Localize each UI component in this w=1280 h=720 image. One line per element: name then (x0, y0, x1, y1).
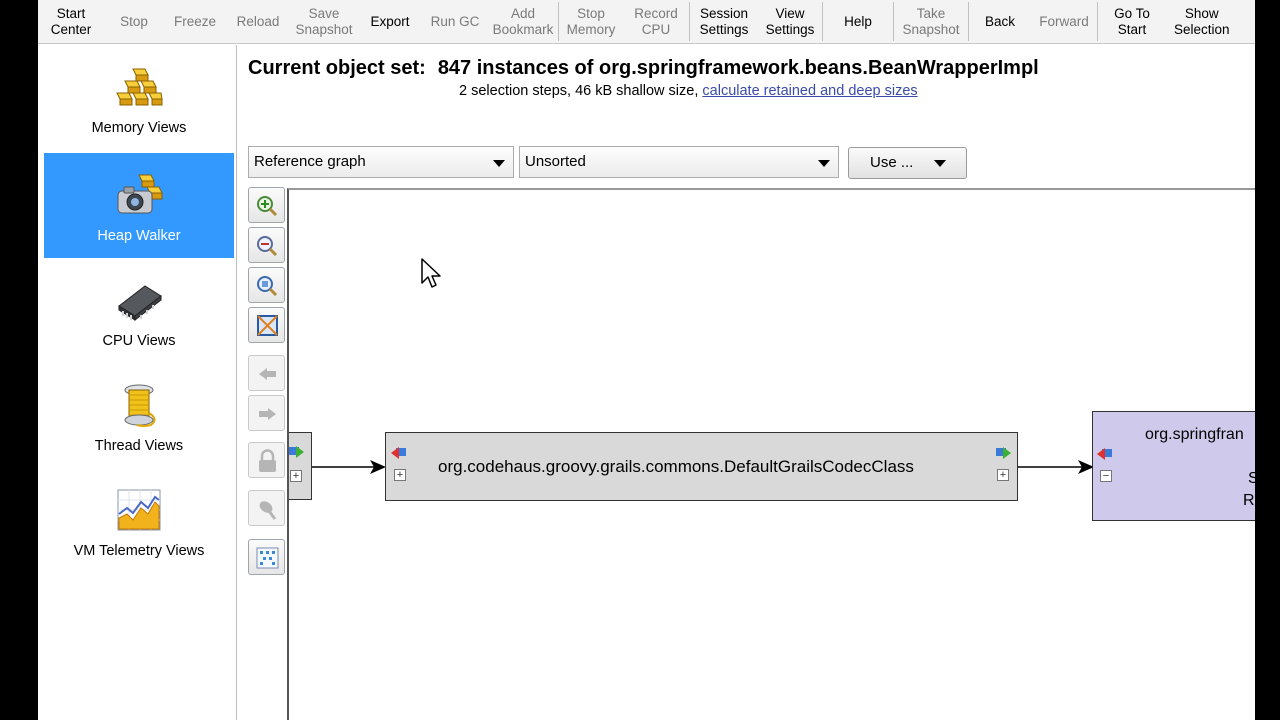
page-title: Current object set: 847 instances of org.… (248, 57, 1039, 80)
title-object-set: 847 instances of org.springframework.bea… (437, 57, 1039, 79)
thread-spool-icon (124, 384, 156, 427)
fit-content-icon (257, 315, 278, 336)
use-dropdown-button[interactable]: Use ... (848, 147, 967, 179)
page-subtitle: 2 selection steps, 46 kB shallow size, c… (459, 83, 918, 99)
mouse-cursor-icon (421, 258, 441, 288)
title-prefix: Current object set: (248, 57, 426, 79)
layout-button[interactable] (248, 539, 285, 575)
view-type-select[interactable]: Reference graph (248, 146, 514, 178)
incoming-refs-icon (1097, 448, 1112, 460)
incoming-refs-icon (391, 447, 406, 459)
main-toolbar: Start Center Stop Freeze Reload Save Sna… (38, 0, 1255, 44)
save-snapshot-button[interactable]: Save Snapshot (290, 0, 358, 43)
take-snapshot-button[interactable]: Take Snapshot (894, 0, 968, 43)
sidebar-item-label: Memory Views (91, 120, 187, 136)
use-button-label: Use ... (870, 154, 914, 171)
graph-node-main[interactable]: + org.codehaus.groovy.grails.commons.Def… (385, 432, 1018, 501)
graph-toolbar (248, 187, 285, 577)
export-button[interactable]: Export (358, 0, 422, 43)
node-class-name: org.springfran (1145, 426, 1244, 443)
stop-button[interactable]: Stop (104, 0, 164, 43)
collapse-minus-icon[interactable]: − (1100, 470, 1112, 482)
screen-border (1255, 0, 1280, 720)
telemetry-chart-icon (117, 489, 161, 531)
add-bookmark-button[interactable]: Add Bookmark (488, 0, 558, 43)
expand-plus-icon[interactable]: + (997, 469, 1009, 481)
reference-arrow (1018, 460, 1094, 474)
lock-button[interactable] (248, 442, 285, 478)
fit-content-button[interactable] (248, 307, 285, 343)
expand-plus-icon[interactable]: + (290, 470, 302, 482)
zoom-fit-button[interactable] (248, 267, 285, 303)
selection-summary: 2 selection steps, 46 kB shallow size, (459, 83, 699, 99)
lock-icon (259, 449, 276, 472)
sidebar-item-heap-walker[interactable]: Heap Walker (44, 153, 234, 258)
view-selector-sidebar: Memory Views Heap Walker CPU Views Threa… (38, 45, 237, 720)
freeze-button[interactable]: Freeze (164, 0, 226, 43)
gold-bars-icon (116, 68, 163, 106)
camera-gold-icon (117, 174, 163, 214)
jprofiler-window: Start Center Stop Freeze Reload Save Sna… (38, 0, 1255, 720)
sidebar-item-label: Heap Walker (97, 228, 181, 244)
sort-select[interactable]: Unsorted (519, 146, 839, 178)
forward-button[interactable]: Forward (1031, 0, 1097, 43)
go-to-start-button[interactable]: Go To Start (1098, 0, 1166, 43)
pin-icon (259, 501, 277, 520)
graph-node-left-partial[interactable]: + (289, 432, 312, 500)
zoom-out-button[interactable] (248, 227, 285, 263)
run-gc-button[interactable]: Run GC (422, 0, 488, 43)
sidebar-item-thread-views[interactable]: Thread Views (44, 363, 234, 468)
sidebar-item-label: VM Telemetry Views (73, 543, 205, 559)
expand-right-icon (289, 446, 304, 458)
node-class-name: org.codehaus.groovy.grails.commons.Defau… (438, 457, 914, 476)
next-button[interactable] (248, 395, 285, 431)
node-detail-line: S (1248, 470, 1255, 488)
outgoing-refs-icon (996, 447, 1011, 459)
view-type-value: Reference graph (254, 153, 366, 170)
sidebar-item-cpu-views[interactable]: CPU Views (44, 258, 234, 363)
expand-plus-icon[interactable]: + (394, 469, 406, 481)
stop-memory-button[interactable]: Stop Memory (559, 0, 623, 43)
reload-button[interactable]: Reload (226, 0, 290, 43)
node-detail-line: R (1243, 492, 1255, 509)
chevron-down-icon (818, 160, 830, 167)
layout-icon (256, 547, 279, 569)
reference-arrow (312, 460, 386, 474)
sidebar-item-label: CPU Views (102, 333, 176, 349)
session-settings-button[interactable]: Session Settings (690, 0, 758, 43)
help-button[interactable]: Help (823, 0, 893, 43)
previous-icon (259, 368, 276, 380)
previous-button[interactable] (248, 355, 285, 391)
zoom-in-icon (257, 196, 278, 217)
sidebar-item-label: Thread Views (94, 438, 184, 454)
zoom-out-icon (257, 236, 278, 257)
view-settings-button[interactable]: View Settings (758, 0, 822, 43)
sidebar-item-memory-views[interactable]: Memory Views (44, 45, 234, 150)
sort-value: Unsorted (525, 153, 586, 170)
start-center-button[interactable]: Start Center (38, 0, 104, 43)
sidebar-item-vm-telemetry-views[interactable]: VM Telemetry Views (44, 468, 234, 573)
chevron-down-icon (493, 160, 505, 167)
record-cpu-button[interactable]: Record CPU (623, 0, 689, 43)
show-selection-button[interactable]: Show Selection (1166, 0, 1230, 43)
back-button[interactable]: Back (969, 0, 1031, 43)
chip-icon (118, 285, 162, 322)
graph-node-current-set[interactable]: − org.springfran S R (1092, 411, 1255, 521)
next-icon (259, 408, 276, 420)
calculate-sizes-link[interactable]: calculate retained and deep sizes (702, 83, 917, 99)
chevron-down-icon (934, 160, 946, 167)
zoom-fit-icon (257, 276, 278, 297)
pin-button[interactable] (248, 490, 285, 526)
zoom-in-button[interactable] (248, 187, 285, 223)
